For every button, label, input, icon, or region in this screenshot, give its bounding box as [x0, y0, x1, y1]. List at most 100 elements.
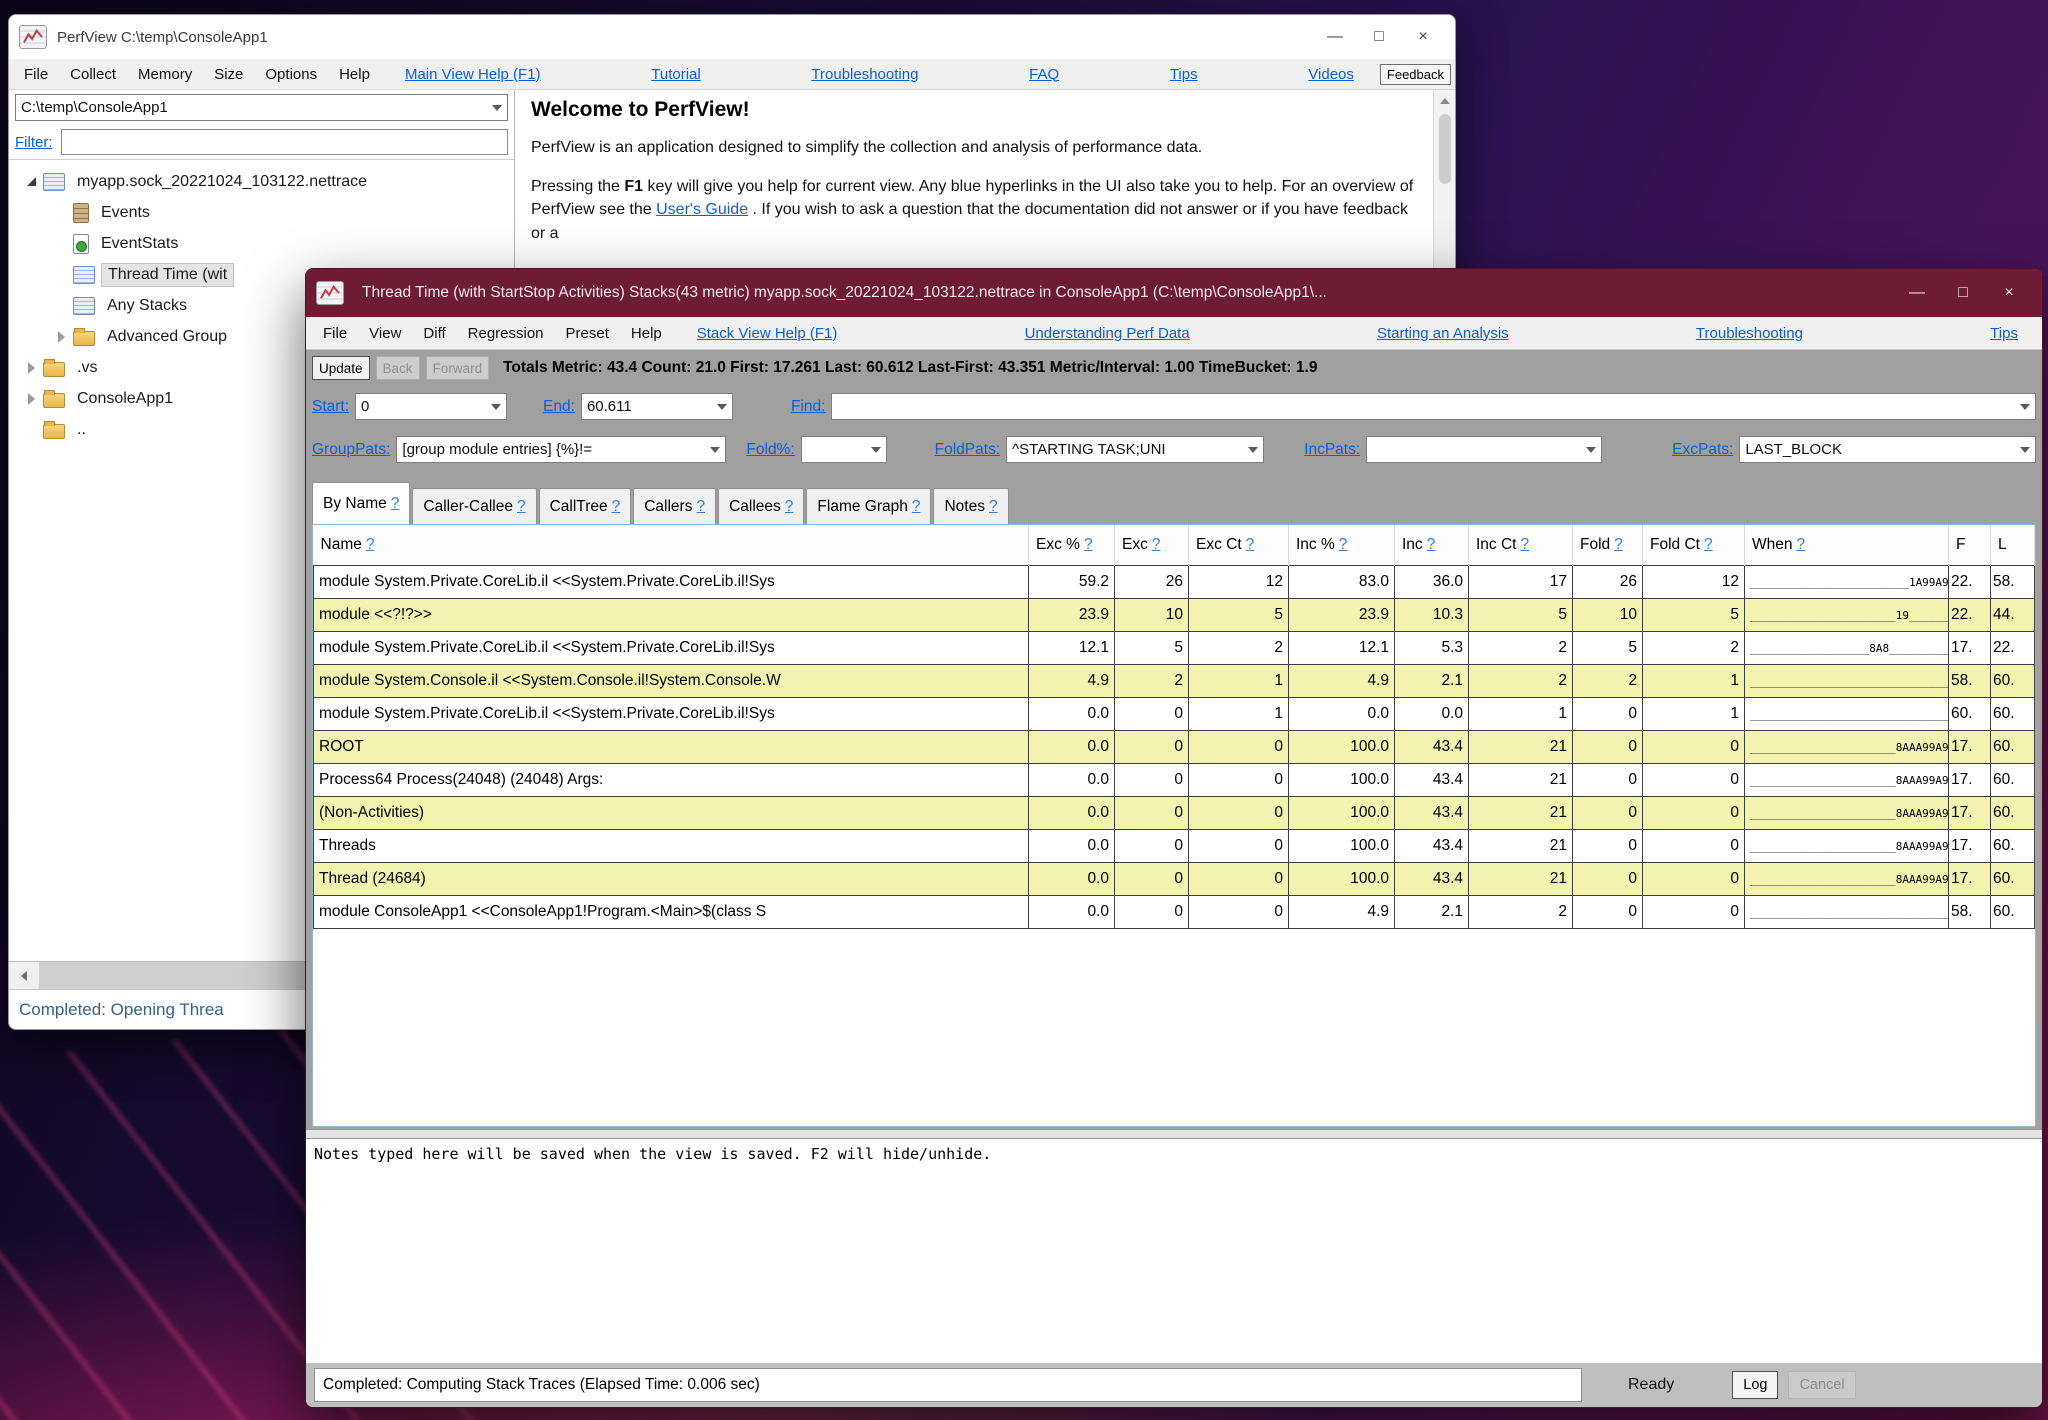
scroll-left-icon[interactable]	[9, 962, 39, 989]
column-header-l[interactable]: L	[1991, 525, 2035, 566]
foldpats-label[interactable]: FoldPats:	[935, 441, 1000, 459]
close-button[interactable]: ×	[1401, 28, 1445, 46]
column-help-link[interactable]: ?	[1152, 536, 1161, 553]
tab-notes[interactable]: Notes?	[933, 488, 1008, 524]
tree-item[interactable]: Events	[9, 197, 514, 228]
tab-by-name[interactable]: By Name?	[312, 482, 410, 524]
users-guide-link[interactable]: User's Guide	[656, 201, 748, 218]
menu-item-regression[interactable]: Regression	[457, 325, 555, 342]
column-help-link[interactable]: ?	[366, 536, 375, 553]
close-button[interactable]: ×	[1986, 284, 2032, 302]
column-header-excct[interactable]: Exc Ct?	[1189, 525, 1289, 566]
find-combo[interactable]	[831, 393, 2036, 420]
table-row[interactable]: ROOT0.000100.043.42100__________________…	[314, 731, 2035, 764]
tab-flame-graph[interactable]: Flame Graph?	[806, 488, 931, 524]
tab-callers[interactable]: Callers?	[633, 488, 716, 524]
scroll-up-icon[interactable]	[1440, 98, 1450, 104]
minimize-button[interactable]: —	[1894, 284, 1940, 302]
table-row[interactable]: module System.Private.CoreLib.il <<Syste…	[314, 632, 2035, 665]
help-link[interactable]: Starting an Analysis	[1377, 325, 1509, 342]
grouppats-label[interactable]: GroupPats:	[312, 441, 390, 459]
tab-calltree[interactable]: CallTree?	[539, 488, 632, 524]
help-link[interactable]: Troubleshooting	[811, 66, 918, 83]
help-link[interactable]: Videos	[1308, 66, 1354, 83]
feedback-button[interactable]: Feedback	[1380, 64, 1451, 85]
notes-area[interactable]: Notes typed here will be saved when the …	[306, 1139, 2042, 1363]
tab-help-link[interactable]: ?	[391, 495, 400, 513]
tree-expander-icon[interactable]	[53, 331, 69, 343]
menu-item-memory[interactable]: Memory	[127, 66, 203, 83]
column-header-fold[interactable]: Fold?	[1573, 525, 1643, 566]
help-link[interactable]: Main View Help (F1)	[405, 66, 541, 83]
tab-help-link[interactable]: ?	[696, 498, 705, 516]
column-help-link[interactable]: ?	[1704, 536, 1713, 553]
scrollbar-thumb[interactable]	[1439, 114, 1451, 184]
foldpats-combo[interactable]: ^STARTING TASK;UNI	[1006, 436, 1264, 463]
help-link[interactable]: Tips	[1990, 325, 2018, 342]
column-help-link[interactable]: ?	[1797, 536, 1806, 553]
tab-help-link[interactable]: ?	[989, 498, 998, 516]
table-row[interactable]: (Non-Activities)0.000100.043.42100______…	[314, 797, 2035, 830]
tab-help-link[interactable]: ?	[912, 498, 921, 516]
menu-item-diff[interactable]: Diff	[412, 325, 456, 342]
menu-item-help[interactable]: Help	[620, 325, 673, 342]
grouppats-combo[interactable]: [group module entries] {%}!=	[396, 436, 726, 463]
help-link[interactable]: Understanding Perf Data	[1025, 325, 1190, 342]
excpats-combo[interactable]: LAST_BLOCK	[1739, 436, 2036, 463]
help-link[interactable]: FAQ	[1029, 66, 1059, 83]
tab-help-link[interactable]: ?	[517, 498, 526, 516]
tree-expander-icon[interactable]	[23, 393, 39, 405]
start-label[interactable]: Start:	[312, 398, 349, 416]
column-header-f[interactable]: F	[1949, 525, 1991, 566]
table-row[interactable]: module System.Console.il <<System.Consol…	[314, 665, 2035, 698]
column-help-link[interactable]: ?	[1339, 536, 1348, 553]
help-link[interactable]: Troubleshooting	[1696, 325, 1803, 342]
end-label[interactable]: End:	[543, 398, 575, 416]
column-header-inc[interactable]: Inc?	[1395, 525, 1469, 566]
foldpct-combo[interactable]	[801, 436, 887, 463]
menu-item-options[interactable]: Options	[254, 66, 328, 83]
maximize-button[interactable]: □	[1357, 28, 1401, 46]
excpats-label[interactable]: ExcPats:	[1672, 441, 1733, 459]
tab-caller-callee[interactable]: Caller-Callee?	[412, 488, 536, 524]
column-help-link[interactable]: ?	[1614, 536, 1623, 553]
column-header-exc[interactable]: Exc %?	[1029, 525, 1115, 566]
help-link[interactable]: Tips	[1170, 66, 1198, 83]
tree-item[interactable]: myapp.sock_20221024_103122.nettrace	[9, 166, 514, 197]
menu-item-view[interactable]: View	[358, 325, 412, 342]
menu-item-preset[interactable]: Preset	[555, 325, 620, 342]
table-row[interactable]: Threads0.000100.043.42100_______________…	[314, 830, 2035, 863]
column-header-inc[interactable]: Inc %?	[1289, 525, 1395, 566]
help-link[interactable]: Stack View Help (F1)	[697, 325, 838, 342]
incpats-combo[interactable]	[1366, 436, 1602, 463]
column-header-exc[interactable]: Exc?	[1115, 525, 1189, 566]
column-help-link[interactable]: ?	[1084, 536, 1093, 553]
find-label[interactable]: Find:	[791, 398, 825, 416]
column-help-link[interactable]: ?	[1427, 536, 1436, 553]
incpats-label[interactable]: IncPats:	[1304, 441, 1360, 459]
maximize-button[interactable]: □	[1940, 284, 1986, 302]
filter-label[interactable]: Filter:	[15, 134, 53, 151]
tab-help-link[interactable]: ?	[612, 498, 621, 516]
update-button[interactable]: Update	[312, 356, 370, 380]
log-button[interactable]: Log	[1732, 1371, 1778, 1399]
filter-input[interactable]	[61, 129, 509, 155]
tab-callees[interactable]: Callees?	[718, 488, 804, 524]
table-row[interactable]: module System.Private.CoreLib.il <<Syste…	[314, 566, 2035, 599]
back-button[interactable]: Back	[376, 356, 420, 380]
table-row[interactable]: module System.Private.CoreLib.il <<Syste…	[314, 698, 2035, 731]
column-help-link[interactable]: ?	[1246, 536, 1255, 553]
column-help-link[interactable]: ?	[1520, 536, 1529, 553]
menu-item-file[interactable]: File	[13, 66, 59, 83]
help-link[interactable]: Tutorial	[651, 66, 700, 83]
column-header-incct[interactable]: Inc Ct?	[1469, 525, 1573, 566]
table-row[interactable]: Process64 Process(24048) (24048) Args:0.…	[314, 764, 2035, 797]
table-row[interactable]: module ConsoleApp1 <<ConsoleApp1!Program…	[314, 896, 2035, 929]
start-combo[interactable]: 0	[355, 393, 507, 420]
tree-expander-icon[interactable]	[23, 177, 39, 186]
notes-splitter[interactable]	[306, 1129, 2042, 1139]
column-header-name[interactable]: Name?	[314, 525, 1029, 566]
end-combo[interactable]: 60.611	[581, 393, 733, 420]
menu-item-collect[interactable]: Collect	[59, 66, 127, 83]
tab-help-link[interactable]: ?	[785, 498, 794, 516]
